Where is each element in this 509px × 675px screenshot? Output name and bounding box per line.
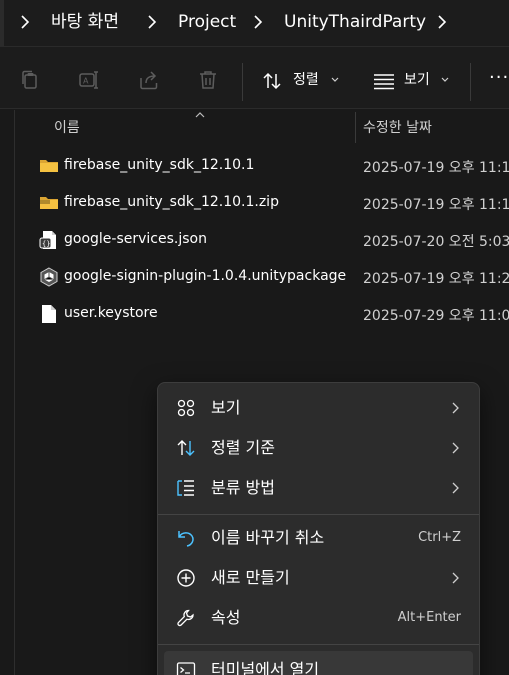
- grid-view-icon: [177, 399, 195, 417]
- context-menu: 보기 정렬 기준 분류 방법 이름 바꾸기 취소 Ctrl+Z 새로 만들기 속…: [157, 382, 480, 675]
- toolbar-divider: [470, 63, 471, 101]
- sort-icon: [263, 72, 281, 90]
- chevron-down-icon: [441, 77, 449, 82]
- file-row[interactable]: firebase_unity_sdk_12.10.1.zip 2025-07-1…: [35, 185, 509, 222]
- column-divider[interactable]: [355, 112, 356, 143]
- chevron-down-icon: [331, 77, 339, 82]
- file-date: 2025-07-29 오후 11:06: [363, 308, 509, 324]
- list-view-icon: [374, 74, 394, 90]
- new-icon: [177, 569, 195, 587]
- menu-item-sort-by[interactable]: 정렬 기준: [164, 429, 473, 467]
- file-name: user.keystore: [64, 305, 158, 321]
- folder-icon: [40, 160, 58, 172]
- chevron-right-icon: [452, 442, 459, 454]
- terminal-icon: [176, 662, 196, 675]
- svg-text:A: A: [83, 77, 89, 86]
- zip-folder-icon: [40, 197, 58, 209]
- file-icon: [42, 305, 56, 323]
- toolbar-divider: [242, 63, 243, 101]
- copy-icon[interactable]: [19, 69, 41, 91]
- menu-item-label: 분류 방법: [211, 478, 275, 497]
- file-date: 2025-07-19 오후 11:17: [363, 160, 509, 176]
- menu-separator: [158, 644, 479, 645]
- sort-label: 정렬: [293, 72, 319, 88]
- undo-icon: [178, 531, 194, 547]
- file-date: 2025-07-19 오후 11:16: [363, 197, 509, 213]
- chevron-right-icon: [452, 402, 459, 414]
- column-header-date[interactable]: 수정한 날짜: [363, 117, 432, 137]
- file-name: firebase_unity_sdk_12.10.1: [64, 157, 255, 173]
- share-icon[interactable]: [138, 69, 160, 91]
- file-name: google-services.json: [64, 231, 207, 247]
- chevron-right-icon[interactable]: [17, 12, 33, 32]
- menu-item-properties[interactable]: 속성 Alt+Enter: [164, 599, 473, 637]
- menu-item-label: 이름 바꾸기 취소: [211, 528, 325, 547]
- delete-icon[interactable]: [197, 69, 219, 91]
- chevron-right-icon[interactable]: [250, 12, 266, 32]
- column-header-name[interactable]: 이름: [54, 117, 80, 137]
- file-row[interactable]: firebase_unity_sdk_12.10.1 2025-07-19 오후…: [35, 148, 509, 185]
- file-date: 2025-07-20 오전 5:03: [363, 234, 509, 250]
- menu-item-label: 새로 만들기: [211, 568, 290, 587]
- chevron-right-icon[interactable]: [144, 12, 160, 32]
- menu-item-label: 속성: [211, 608, 241, 627]
- menu-separator: [158, 514, 479, 515]
- view-label: 보기: [404, 72, 430, 88]
- menu-item-group-by[interactable]: 분류 방법: [164, 469, 473, 507]
- command-bar: A 정렬 보기 ···: [0, 47, 509, 109]
- shortcut-label: Ctrl+Z: [418, 530, 461, 545]
- menu-item-label: 보기: [211, 398, 241, 417]
- menu-item-new[interactable]: 새로 만들기: [164, 559, 473, 597]
- chevron-right-icon: [452, 572, 459, 584]
- breadcrumb-current-folder[interactable]: UnityThairdParty: [284, 10, 426, 34]
- menu-item-undo-rename[interactable]: 이름 바꾸기 취소 Ctrl+Z: [164, 519, 473, 557]
- menu-item-label: 정렬 기준: [211, 438, 275, 457]
- menu-item-label: 터미널에서 열기: [211, 660, 320, 675]
- more-options-button[interactable]: ···: [489, 68, 509, 88]
- breadcrumb-project[interactable]: Project: [178, 10, 236, 34]
- sort-ascending-icon: [195, 112, 205, 118]
- file-date: 2025-07-19 오후 11:20: [363, 271, 509, 287]
- file-row[interactable]: google-signin-plugin-1.0.4.unitypackage …: [35, 259, 509, 296]
- address-bar[interactable]: 바탕 화면 Project UnityThairdParty: [0, 0, 509, 46]
- sort-icon: [177, 440, 195, 456]
- svg-text:{}: {}: [42, 240, 50, 248]
- json-file-icon: {}: [39, 231, 56, 249]
- wrench-icon: [177, 609, 194, 627]
- menu-item-open-in-terminal[interactable]: 터미널에서 열기: [164, 651, 473, 675]
- file-row[interactable]: user.keystore 2025-07-29 오후 11:06: [35, 296, 509, 333]
- rename-icon[interactable]: A: [78, 69, 100, 91]
- chevron-right-icon: [452, 482, 459, 494]
- file-name: firebase_unity_sdk_12.10.1.zip: [64, 194, 279, 210]
- address-bar-edge: [0, 0, 4, 46]
- chevron-right-icon[interactable]: [434, 12, 450, 32]
- breadcrumb-desktop[interactable]: 바탕 화면: [51, 10, 119, 34]
- file-name: google-signin-plugin-1.0.4.unitypackage: [64, 268, 347, 284]
- shortcut-label: Alt+Enter: [397, 610, 461, 625]
- group-by-icon: [177, 480, 194, 496]
- file-row[interactable]: {} google-services.json 2025-07-20 오전 5:…: [35, 222, 509, 259]
- menu-item-view[interactable]: 보기: [164, 389, 473, 427]
- unity-package-icon: [40, 267, 58, 287]
